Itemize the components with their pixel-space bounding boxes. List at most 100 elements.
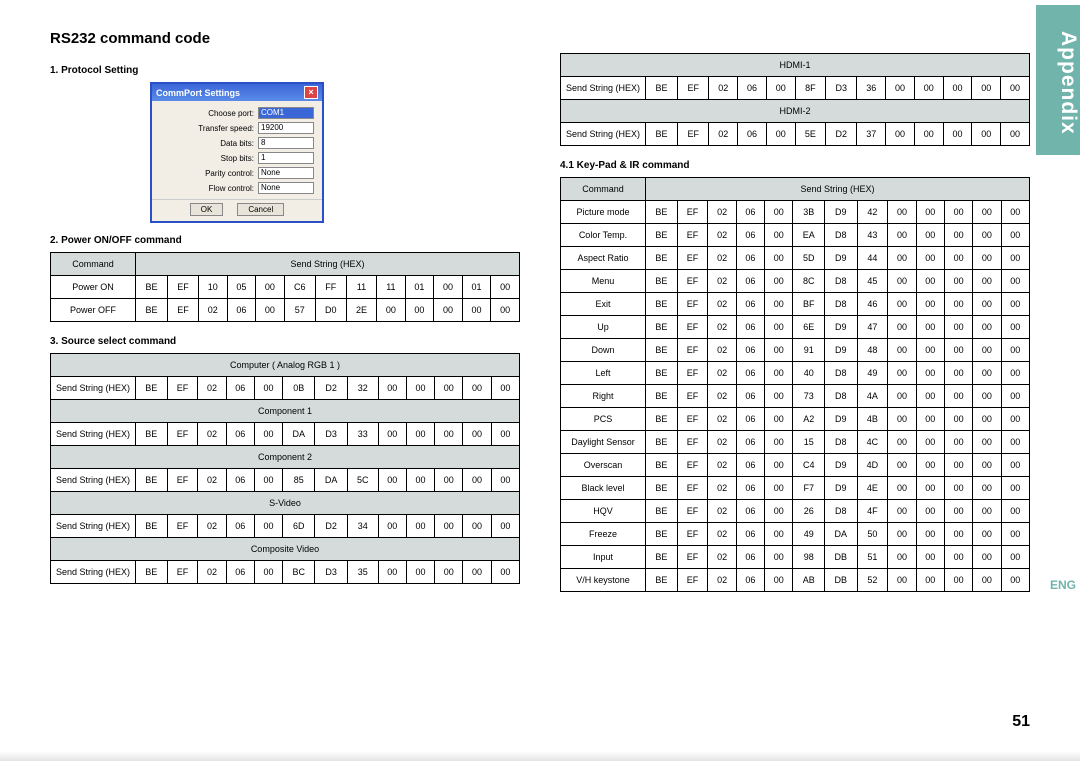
hex-cell: 00 (973, 569, 1001, 592)
field-label: Parity control: (205, 169, 254, 178)
field-label: Transfer speed: (198, 124, 254, 133)
hex-cell: EF (677, 477, 708, 500)
hex-cell: 06 (736, 500, 764, 523)
table-row: MenuBEEF0206008CD8450000000000 (561, 270, 1030, 293)
hex-cell: 00 (944, 362, 972, 385)
hex-cell: D8 (825, 362, 857, 385)
hex-cell: 00 (765, 408, 793, 431)
send-label: Send String (HEX) (51, 423, 136, 446)
hex-cell: 00 (1001, 270, 1029, 293)
hex-cell: 85 (283, 469, 315, 492)
hex-cell: 00 (972, 77, 1001, 100)
hex-cell: EF (677, 546, 708, 569)
hex-cell: EF (677, 270, 708, 293)
hex-cell: 98 (793, 546, 825, 569)
send-label: Send String (HEX) (51, 515, 136, 538)
hex-cell: 00 (765, 362, 793, 385)
hex-cell: 02 (708, 546, 736, 569)
hex-cell: EF (677, 293, 708, 316)
hex-cell: 00 (765, 546, 793, 569)
table-row: OverscanBEEF020600C4D94D0000000000 (561, 454, 1030, 477)
hex-cell: 00 (491, 299, 520, 322)
ok-button[interactable]: OK (190, 203, 224, 216)
hex-cell: D2 (826, 123, 857, 146)
hex-cell: 8F (795, 77, 825, 100)
hex-cell: BE (136, 377, 168, 400)
hex-cell: 02 (708, 569, 736, 592)
hex-cell: 00 (435, 561, 463, 584)
hex-cell: D8 (825, 224, 857, 247)
hex-cell: EA (793, 224, 825, 247)
hex-cell: 00 (888, 454, 916, 477)
field-value[interactable]: None (258, 182, 314, 194)
hex-cell: BE (136, 299, 168, 322)
hex-cell: 02 (198, 469, 226, 492)
hex-cell: 00 (254, 469, 282, 492)
table-row: UpBEEF0206006ED9470000000000 (561, 316, 1030, 339)
page-title: RS232 command code (50, 30, 520, 47)
hex-cell: D3 (315, 423, 347, 446)
hex-cell: 00 (973, 293, 1001, 316)
hex-cell: 00 (888, 247, 916, 270)
hex-cell: D9 (825, 201, 857, 224)
hex-cell: 06 (736, 523, 764, 546)
hex-cell: 00 (765, 569, 793, 592)
hex-cell: 00 (944, 523, 972, 546)
commport-dialog: CommPort Settings × Choose port:COM1Tran… (150, 82, 324, 223)
hex-cell: 00 (463, 423, 491, 446)
hex-cell: 00 (888, 385, 916, 408)
source-heading: 3. Source select command (50, 336, 520, 347)
table-row: FreezeBEEF02060049DA500000000000 (561, 523, 1030, 546)
hex-cell: 00 (765, 500, 793, 523)
hex-cell: 00 (916, 201, 944, 224)
hex-cell: 00 (434, 299, 463, 322)
group-title: Computer ( Analog RGB 1 ) (51, 354, 520, 377)
hex-cell: 00 (888, 224, 916, 247)
hex-cell: 00 (378, 515, 406, 538)
cancel-button[interactable]: Cancel (237, 203, 284, 216)
close-icon[interactable]: × (304, 86, 318, 99)
dialog-field-row: Transfer speed: 19200 (160, 122, 314, 134)
hex-cell: 06 (227, 299, 256, 322)
hex-cell: 00 (378, 377, 406, 400)
hex-cell: 00 (973, 408, 1001, 431)
field-value[interactable]: COM1 (258, 107, 314, 119)
keypad-table: CommandSend String (HEX)Picture modeBEEF… (560, 177, 1030, 592)
hex-cell: 8C (793, 270, 825, 293)
hex-cell: BE (646, 454, 678, 477)
hex-cell: EF (677, 569, 708, 592)
hex-cell: 00 (491, 515, 519, 538)
hex-cell: 00 (256, 299, 285, 322)
field-label: Choose port: (208, 109, 254, 118)
field-value[interactable]: 1 (258, 152, 314, 164)
hex-cell: 02 (198, 377, 226, 400)
hex-cell: C4 (793, 454, 825, 477)
hex-cell: 6D (283, 515, 315, 538)
command-name: Aspect Ratio (561, 247, 646, 270)
hex-cell: 00 (1001, 362, 1029, 385)
hex-cell: 01 (462, 276, 491, 299)
field-value[interactable]: None (258, 167, 314, 179)
command-name: PCS (561, 408, 646, 431)
hex-cell: 06 (736, 569, 764, 592)
hex-cell: 10 (199, 276, 228, 299)
hex-cell: 00 (766, 123, 795, 146)
hex-cell: 00 (944, 546, 972, 569)
hex-cell: 26 (793, 500, 825, 523)
table-row: Picture modeBEEF0206003BD9420000000000 (561, 201, 1030, 224)
hex-cell: 00 (491, 469, 519, 492)
table-row: Aspect RatioBEEF0206005DD9440000000000 (561, 247, 1030, 270)
hex-cell: BE (646, 77, 678, 100)
hex-cell: 00 (944, 454, 972, 477)
hex-cell: EF (167, 561, 198, 584)
hex-cell: EF (677, 362, 708, 385)
hex-cell: D8 (825, 293, 857, 316)
field-value[interactable]: 8 (258, 137, 314, 149)
hex-cell: 06 (736, 362, 764, 385)
command-name: Overscan (561, 454, 646, 477)
hex-cell: 06 (226, 561, 254, 584)
group-title: HDMI-2 (561, 100, 1030, 123)
field-value[interactable]: 19200 (258, 122, 314, 134)
group-title: Composite Video (51, 538, 520, 561)
hex-cell: 00 (888, 408, 916, 431)
